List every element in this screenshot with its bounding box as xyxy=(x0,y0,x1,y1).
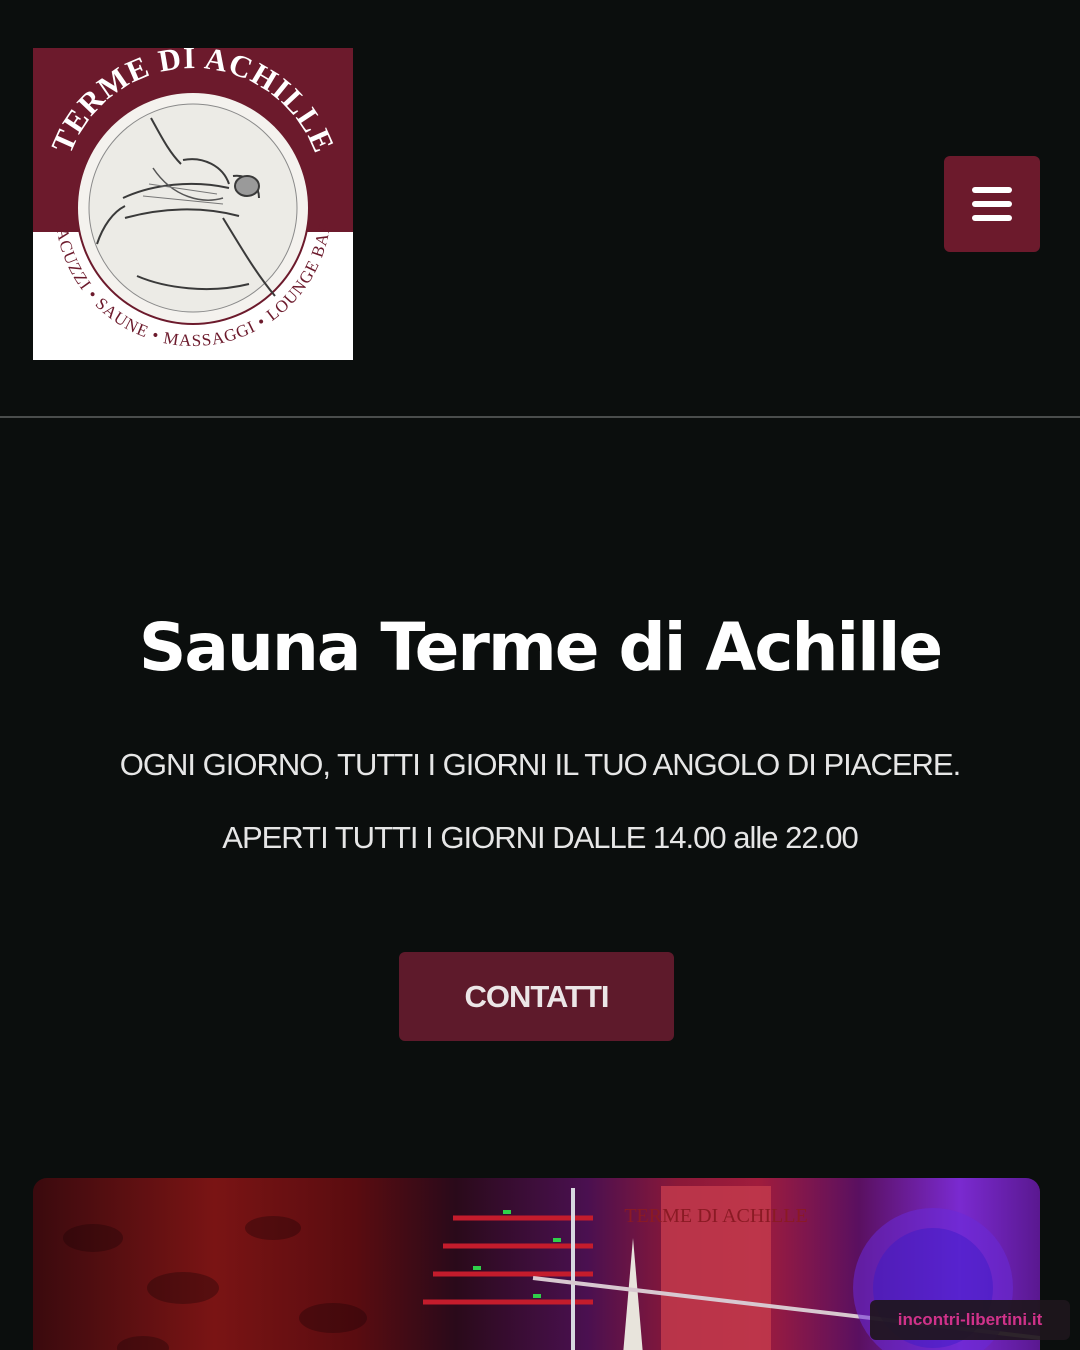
menu-button[interactable] xyxy=(944,156,1040,252)
page-title: Sauna Terme di Achille xyxy=(138,609,943,686)
header-divider xyxy=(0,416,1080,418)
site-logo[interactable]: TERME DI ACHILLE JACUZZI • SAUNE • MASSA… xyxy=(33,48,353,360)
hero-tagline: OGNI GIORNO, TUTTI I GIORNI IL TUO ANGOL… xyxy=(119,747,961,782)
photo-sign-text: TERME DI ACHILLE xyxy=(624,1205,807,1227)
opening-hours: APERTI TUTTI I GIORNI DALLE 14.00 alle 2… xyxy=(222,820,858,855)
hamburger-menu-icon xyxy=(972,187,1012,221)
contatti-button[interactable]: CONTATTI xyxy=(399,952,674,1041)
site-header: TERME DI ACHILLE JACUZZI • SAUNE • MASSA… xyxy=(0,0,1080,417)
page: TERME DI ACHILLE JACUZZI • SAUNE • MASSA… xyxy=(0,0,1080,1350)
logo-emblem: TERME DI ACHILLE JACUZZI • SAUNE • MASSA… xyxy=(44,48,341,350)
watermark-label: incontri-libertini.it xyxy=(870,1300,1070,1340)
